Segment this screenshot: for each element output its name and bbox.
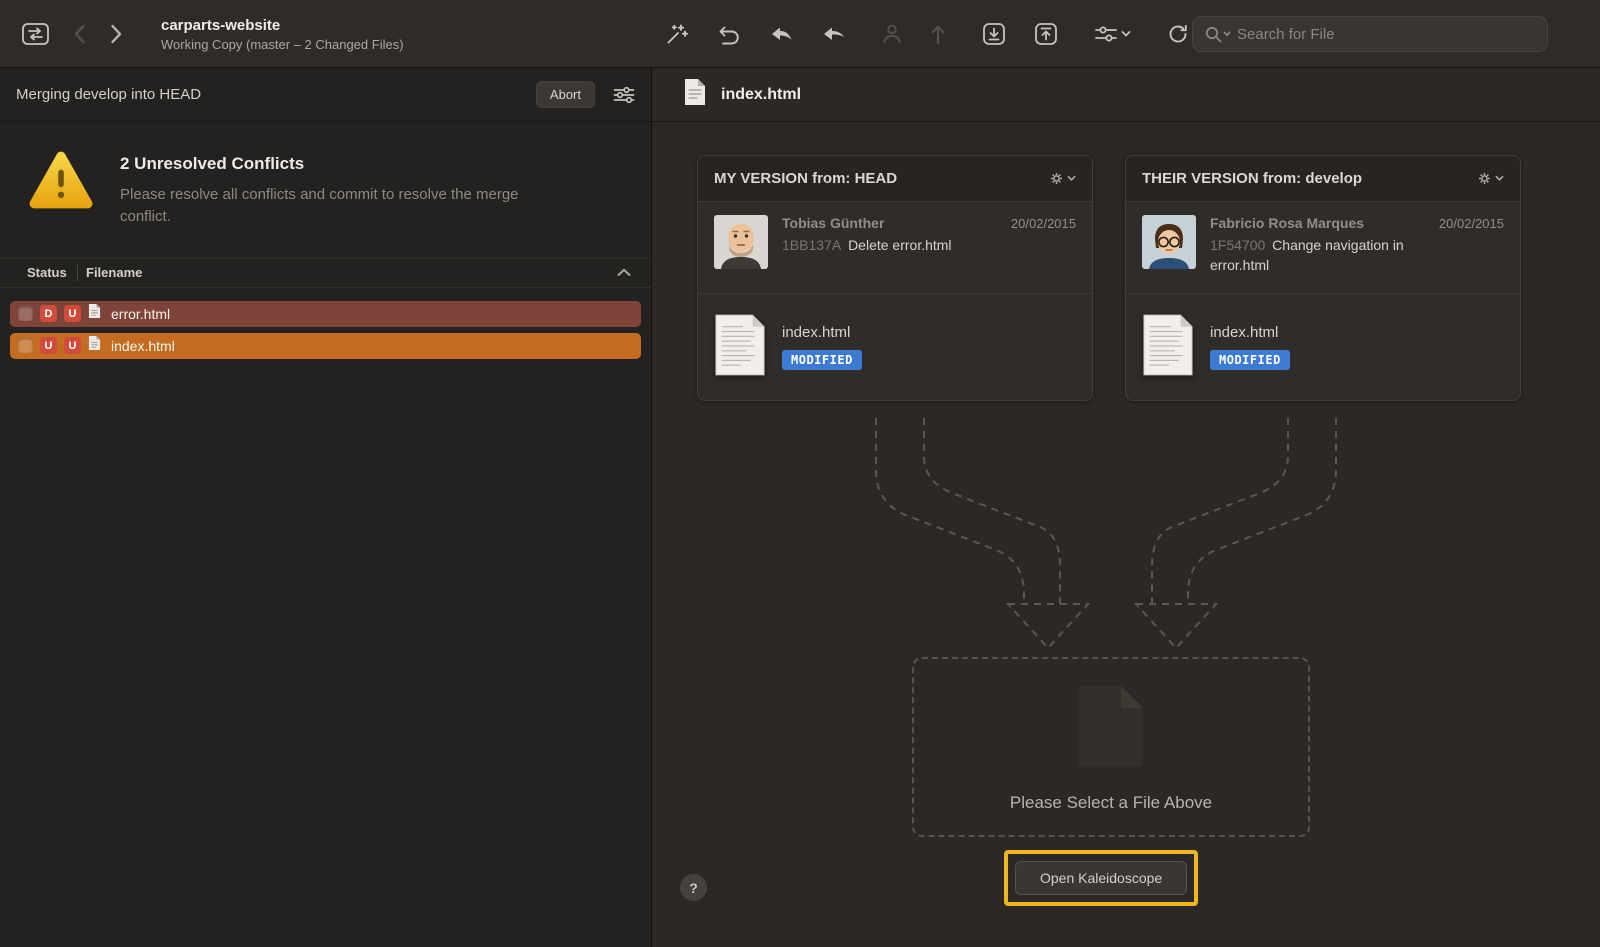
file-thumbnail (714, 313, 766, 382)
my-version-header: MY VERSION from: HEAD (698, 156, 1092, 202)
document-icon (684, 78, 706, 111)
filename-column-header: Filename (78, 265, 617, 280)
dropzone-hint-text: Please Select a File Above (914, 793, 1308, 813)
forward-icon[interactable] (110, 23, 123, 45)
file-row-error[interactable]: D U error.html (10, 301, 641, 327)
open-kaleidoscope-button[interactable]: Open Kaleidoscope (1015, 861, 1187, 895)
detail-header: index.html (652, 68, 1600, 122)
push-icon[interactable] (1034, 22, 1058, 46)
abort-button[interactable]: Abort (536, 81, 595, 108)
merge-arrows-graphic (852, 408, 1412, 668)
conflict-detail-panel: index.html MY VERSION from: HEAD (652, 68, 1600, 947)
toolbar: carparts-website Working Copy (master – … (0, 0, 1600, 68)
ghost-document-icon (1078, 685, 1144, 772)
repository-icon[interactable] (22, 23, 49, 45)
repo-subtitle: Working Copy (master – 2 Changed Files) (161, 37, 404, 52)
author-name: Fabricio Rosa Marques (1210, 215, 1364, 231)
my-version-commit: Tobias Günther 20/02/2015 1BB137A Delete… (698, 202, 1092, 294)
filename-label: error.html (111, 306, 170, 322)
tower-window: carparts-website Working Copy (master – … (0, 0, 1600, 947)
their-version-commit: Fabricio Rosa Marques 20/02/2015 1F54700… (1126, 202, 1520, 294)
pull-icon[interactable] (982, 22, 1006, 46)
modified-status-badge: MODIFIED (1210, 350, 1290, 370)
gear-icon (1049, 171, 1064, 186)
avatar-fabricio (1142, 215, 1196, 269)
status-badge-unmerged: U (64, 305, 81, 322)
commit-hash: 1BB137A (782, 237, 841, 253)
status-badge-deleted: D (40, 305, 57, 322)
version-options-button[interactable] (1049, 171, 1076, 186)
merge-header: Merging develop into HEAD Abort (0, 68, 651, 122)
search-icon (1203, 24, 1233, 44)
quick-actions-wand-icon[interactable] (665, 22, 689, 46)
undo-icon[interactable] (717, 23, 742, 45)
sort-chevron-up-icon[interactable] (617, 268, 651, 277)
file-icon (88, 335, 101, 356)
push-up-arrow-icon[interactable] (930, 23, 946, 45)
their-version-header-label: THEIR VERSION from: develop (1142, 170, 1362, 187)
stage-checkbox[interactable] (18, 306, 33, 321)
filter-sliders-icon[interactable] (613, 86, 635, 104)
version-options-button[interactable] (1477, 171, 1504, 186)
commit-hash: 1F54700 (1210, 237, 1265, 253)
commit-icon[interactable] (882, 23, 902, 45)
merge-result-dropzone: Please Select a File Above (912, 657, 1310, 837)
commit-date: 20/02/2015 (1011, 216, 1076, 231)
version-file-name: index.html (782, 324, 862, 341)
repo-title-block: carparts-website Working Copy (master – … (161, 17, 404, 52)
selected-file-title: index.html (721, 86, 801, 104)
commit-message: Delete error.html (848, 237, 951, 253)
kaleidoscope-highlight-annotation: Open Kaleidoscope (1004, 850, 1198, 906)
conflicts-message: Please resolve all conflicts and commit … (120, 184, 550, 228)
stage-checkbox[interactable] (18, 338, 33, 353)
file-icon (88, 303, 101, 324)
avatar-tobias (714, 215, 768, 269)
commit-date: 20/02/2015 (1439, 216, 1504, 231)
stash-icon[interactable] (770, 24, 794, 44)
conflicts-warning: 2 Unresolved Conflicts Please resolve al… (0, 122, 651, 258)
workflow-sliders-icon[interactable] (1094, 24, 1131, 44)
my-version-card: MY VERSION from: HEAD (697, 155, 1093, 401)
status-badge-unmerged: U (64, 337, 81, 354)
chevron-down-icon (1121, 30, 1131, 38)
filename-label: index.html (111, 338, 175, 354)
stash-apply-icon[interactable] (822, 24, 846, 44)
my-version-header-label: MY VERSION from: HEAD (714, 170, 897, 187)
their-version-file[interactable]: index.html MODIFIED (1126, 294, 1520, 400)
their-version-header: THEIR VERSION from: develop (1126, 156, 1520, 202)
refresh-icon[interactable] (1167, 23, 1189, 45)
their-version-card: THEIR VERSION from: develop (1125, 155, 1521, 401)
status-badge-unmerged: U (40, 337, 57, 354)
file-row-index[interactable]: U U index.html (10, 333, 641, 359)
warning-triangle-icon (28, 150, 94, 228)
conflicts-count-title: 2 Unresolved Conflicts (120, 154, 550, 174)
gear-icon (1477, 171, 1492, 186)
modified-status-badge: MODIFIED (782, 350, 862, 370)
file-thumbnail (1142, 313, 1194, 382)
merge-title: Merging develop into HEAD (16, 86, 536, 103)
chevron-down-icon (1067, 175, 1076, 182)
chevron-down-icon (1495, 175, 1504, 182)
repo-name: carparts-website (161, 17, 404, 34)
merge-panel: Merging develop into HEAD Abort (0, 68, 652, 947)
back-icon[interactable] (73, 23, 86, 45)
help-button[interactable]: ? (680, 874, 707, 901)
my-version-file[interactable]: index.html MODIFIED (698, 294, 1092, 400)
author-name: Tobias Günther (782, 215, 884, 231)
search-field[interactable] (1192, 16, 1548, 52)
search-input[interactable] (1237, 26, 1537, 43)
status-column-header: Status (0, 265, 77, 280)
version-file-name: index.html (1210, 324, 1290, 341)
file-list-header: Status Filename (0, 258, 651, 288)
